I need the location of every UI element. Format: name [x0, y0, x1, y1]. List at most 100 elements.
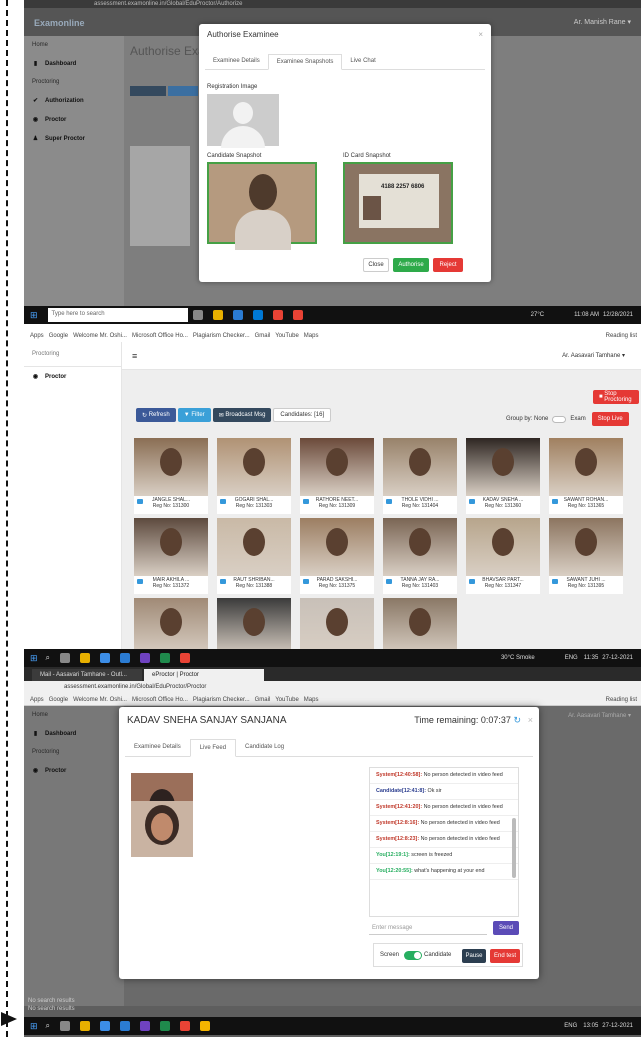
candidate-video-feed[interactable] — [466, 438, 540, 496]
reading-list[interactable]: Reading list — [606, 330, 637, 342]
bookmark-google[interactable]: Google — [49, 333, 68, 339]
chrome-icon[interactable] — [180, 653, 191, 663]
end-test-button[interactable]: End test — [490, 949, 520, 963]
reject-button[interactable]: Reject — [433, 258, 463, 272]
candidate-card[interactable]: BHAVSAR PART... Reg No: 131347 — [466, 518, 540, 594]
authorise-button[interactable]: Authorise — [393, 258, 429, 272]
chat-icon[interactable] — [386, 579, 392, 584]
excel-icon[interactable] — [160, 653, 171, 663]
candidate-card[interactable]: GOGARI SHAL... Reg No: 131303 — [217, 438, 291, 514]
user-menu[interactable]: Ar. Aasavari Tamhane ▾ — [562, 352, 625, 359]
chat-icon[interactable] — [469, 499, 475, 504]
tab-live-feed[interactable]: Live Feed — [189, 739, 237, 757]
candidate-video-feed[interactable] — [549, 438, 623, 496]
file-explorer-icon[interactable] — [200, 1021, 211, 1031]
bookmark-office[interactable]: Microsoft Office Ho... — [132, 697, 188, 703]
candidate-video-feed[interactable] — [300, 518, 374, 576]
candidate-video-feed[interactable] — [466, 518, 540, 576]
excel-icon[interactable] — [160, 1021, 171, 1031]
candidate-video-feed[interactable] — [217, 438, 291, 496]
windows-start-icon[interactable]: ⊞ — [30, 1021, 38, 1032]
candidate-card[interactable]: PARAD SAKSHI... Reg No: 131375 — [300, 518, 374, 594]
broadcast-button[interactable]: ✉ Broadcast Msg — [212, 408, 272, 422]
word-icon[interactable] — [232, 310, 243, 320]
chat-icon[interactable] — [303, 499, 309, 504]
chat-log[interactable]: System[12:40:58]: No person detected in … — [369, 767, 519, 917]
group-by-label[interactable]: Group by: None — [506, 416, 548, 422]
hamburger-icon[interactable]: ≡ — [132, 351, 137, 361]
search-icon[interactable]: ⌕ — [46, 653, 50, 663]
sidebar-item-proctor[interactable]: ◉ Proctor — [24, 110, 124, 129]
chat-icon[interactable] — [552, 579, 558, 584]
candidate-video-feed[interactable] — [383, 518, 457, 576]
file-explorer-icon[interactable] — [212, 310, 223, 320]
app-icon[interactable] — [292, 310, 303, 320]
stop-live-button[interactable]: Stop Live — [591, 412, 629, 426]
candidate-video-feed[interactable] — [134, 518, 208, 576]
candidate-video-feed[interactable] — [134, 598, 208, 656]
teams-icon[interactable] — [140, 653, 151, 663]
word-icon[interactable] — [120, 1021, 131, 1031]
candidate-card[interactable]: THOLE VIDHI ... Reg No: 131404 — [383, 438, 457, 514]
onedrive-icon[interactable] — [100, 1021, 111, 1031]
sidebar-item-proctor[interactable]: ◉ Proctor — [24, 367, 121, 386]
chat-icon[interactable] — [137, 499, 143, 504]
refresh-button[interactable]: ↻ Refresh — [136, 408, 176, 422]
chat-icon[interactable] — [303, 579, 309, 584]
bookmark-plagiarism[interactable]: Plagiarism Checker... — [193, 697, 250, 703]
candidate-card[interactable]: KADAV SNEHA ... Reg No: 131360 — [466, 438, 540, 514]
chat-icon[interactable] — [220, 579, 226, 584]
bookmark-office[interactable]: Microsoft Office Ho... — [132, 333, 188, 339]
chrome-icon[interactable] — [180, 1021, 191, 1031]
tab-examinee-details[interactable]: Examinee Details — [125, 739, 190, 756]
bookmark-welcome[interactable]: Welcome Mr. Oshi... — [73, 697, 127, 703]
tab-examinee-snapshots[interactable]: Examinee Snapshots — [267, 54, 343, 70]
candidate-video-feed[interactable] — [217, 598, 291, 656]
sidebar-home[interactable]: Home — [24, 706, 124, 724]
bookmark-youtube[interactable]: YouTube — [275, 697, 299, 703]
task-view-icon[interactable] — [192, 310, 203, 320]
screen-candidate-toggle[interactable] — [404, 951, 422, 960]
bookmark-youtube[interactable]: YouTube — [275, 333, 299, 339]
vlc-icon[interactable] — [80, 653, 91, 663]
filter-button-bg[interactable] — [168, 86, 198, 96]
chat-icon[interactable] — [469, 579, 475, 584]
reading-list[interactable]: Reading list — [606, 694, 637, 706]
refresh-button-bg[interactable] — [130, 86, 166, 96]
candidate-video-feed[interactable] — [383, 438, 457, 496]
refresh-icon[interactable]: ↻ — [513, 715, 521, 725]
candidate-video-feed[interactable] — [300, 438, 374, 496]
send-button[interactable]: Send — [493, 921, 519, 935]
task-view-icon[interactable] — [60, 653, 71, 663]
bookmark-gmail[interactable]: Gmail — [255, 697, 271, 703]
windows-start-icon[interactable]: ⊞ — [30, 653, 38, 664]
candidate-video-feed[interactable] — [134, 438, 208, 496]
candidate-video-feed[interactable] — [217, 518, 291, 576]
taskbar-search-input[interactable]: Type here to search — [47, 308, 188, 322]
chat-icon[interactable] — [552, 499, 558, 504]
task-view-icon[interactable] — [60, 1021, 71, 1031]
chat-icon[interactable] — [220, 499, 226, 504]
sidebar-item-dashboard[interactable]: ▮ Dashboard — [24, 724, 124, 743]
user-menu[interactable]: Ar. Manish Rane ▾ — [574, 18, 631, 26]
tab-live-chat[interactable]: Live Chat — [342, 54, 383, 69]
browser-tab-mail[interactable]: Mail - Aasavari Tamhane - Outl... — [32, 669, 142, 681]
windows-start-icon[interactable]: ⊞ — [30, 310, 38, 321]
filter-button[interactable]: ▼ Filter — [177, 408, 211, 422]
chat-icon[interactable] — [386, 499, 392, 504]
sidebar-item-super-proctor[interactable]: ♟ Super Proctor — [24, 129, 124, 148]
close-icon[interactable]: × — [478, 30, 483, 39]
candidate-video-feed[interactable] — [300, 598, 374, 656]
sidebar-item-proctor[interactable]: ◉ Proctor — [24, 761, 124, 780]
onedrive-icon[interactable] — [100, 653, 111, 663]
address-bar[interactable]: assessment.examonline.in/Global/EduProct… — [24, 0, 641, 8]
message-input[interactable]: Enter message — [369, 921, 487, 935]
browser-tab-eproctor[interactable]: eProctor | Proctor — [144, 669, 264, 681]
bookmark-gmail[interactable]: Gmail — [255, 333, 271, 339]
address-bar[interactable]: assessment.examonline.in/Global/EduProct… — [24, 681, 641, 694]
vlc-icon[interactable] — [80, 1021, 91, 1031]
exam-toggle[interactable] — [552, 415, 567, 423]
bookmark-maps[interactable]: Maps — [304, 333, 319, 339]
user-menu[interactable]: Ar. Aasavari Tamhane ▾ — [568, 712, 631, 719]
stop-proctoring-button[interactable]: ■ Stop Proctoring — [593, 390, 639, 404]
